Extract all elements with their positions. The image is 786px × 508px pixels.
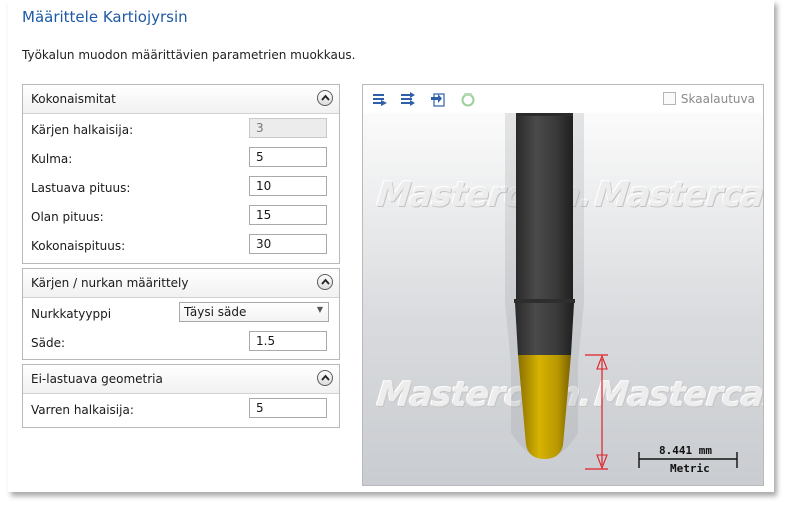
group-header[interactable]: Ei-lastuava geometria <box>23 365 339 394</box>
group-overall-dimensions: Kokonaismitat Kärjen halkaisija: 3 Kulma… <box>22 84 340 264</box>
page-subtitle: Työkalun muodon määrittävien parametrien… <box>22 48 356 62</box>
tool-shank <box>516 113 573 301</box>
corner-type-select[interactable]: Täysi säde ▼ <box>179 302 329 322</box>
tool-preview: Skaalautuva Mastercam. Mastercam. Master… <box>362 84 764 486</box>
cutting-length-field[interactable]: 10 <box>249 176 327 196</box>
tool-flute <box>518 355 571 459</box>
list-arrow-icon[interactable] <box>371 91 389 107</box>
page-title: Määrittele Kartiojyrsin <box>22 8 188 26</box>
collapse-icon[interactable] <box>317 90 333 106</box>
shank-diameter-field[interactable]: 5 <box>249 398 327 418</box>
scale-unit: Metric <box>670 462 710 475</box>
checkbox-box[interactable] <box>662 92 676 105</box>
group-header[interactable]: Kärjen / nurkan määrittely <box>23 269 339 298</box>
scale-value: 8.441 mm <box>659 444 712 457</box>
group-header[interactable]: Kokonaismitat <box>23 85 339 114</box>
corner-type-label: Nurkkatyyppi <box>31 307 112 321</box>
overall-length-label: Kokonaispituus: <box>31 239 126 253</box>
collapse-icon[interactable] <box>317 274 333 290</box>
shoulder-length-label: Olan pituus: <box>31 210 104 224</box>
chevron-down-icon: ▼ <box>316 305 323 314</box>
group-title: Kärjen / nurkan määrittely <box>31 276 189 290</box>
preview-toolbar: Skaalautuva <box>363 85 763 113</box>
cutting-length-label: Lastuava pituus: <box>31 181 131 195</box>
radius-label: Säde: <box>31 336 66 350</box>
preview-canvas: Mastercam. Mastercam. Mastercam. Masterc… <box>363 113 763 485</box>
tip-diameter-label: Kärjen halkaisija: <box>31 123 134 137</box>
collapse-icon[interactable] <box>317 370 333 386</box>
group-title: Ei-lastuava geometria <box>31 372 163 386</box>
shoulder-length-field[interactable]: 15 <box>249 205 327 225</box>
shank-top <box>516 113 573 116</box>
angle-label: Kulma: <box>31 152 73 166</box>
tip-diameter-field: 3 <box>249 118 327 138</box>
import-icon[interactable] <box>429 91 447 107</box>
tool-drawing <box>505 113 738 470</box>
group-noncutting-geometry: Ei-lastuava geometria Varren halkaisija:… <box>22 364 340 428</box>
corner-type-value: Täysi säde <box>184 305 247 319</box>
list-arrows-icon[interactable] <box>399 91 417 107</box>
group-title: Kokonaismitat <box>31 92 116 106</box>
overall-length-field[interactable]: 30 <box>249 234 327 254</box>
scalable-checkbox[interactable]: Skaalautuva <box>662 92 755 106</box>
tool-shoulder-band <box>514 299 575 303</box>
radius-field[interactable]: 1.5 <box>249 331 327 351</box>
shank-diameter-label: Varren halkaisija: <box>31 403 134 417</box>
group-tip-corner: Kärjen / nurkan määrittely Nurkkatyyppi … <box>22 268 340 360</box>
tool-neck <box>515 303 574 355</box>
angle-field[interactable]: 5 <box>249 147 327 167</box>
recycle-icon[interactable] <box>459 91 477 107</box>
scalable-label: Skaalautuva <box>680 92 755 106</box>
